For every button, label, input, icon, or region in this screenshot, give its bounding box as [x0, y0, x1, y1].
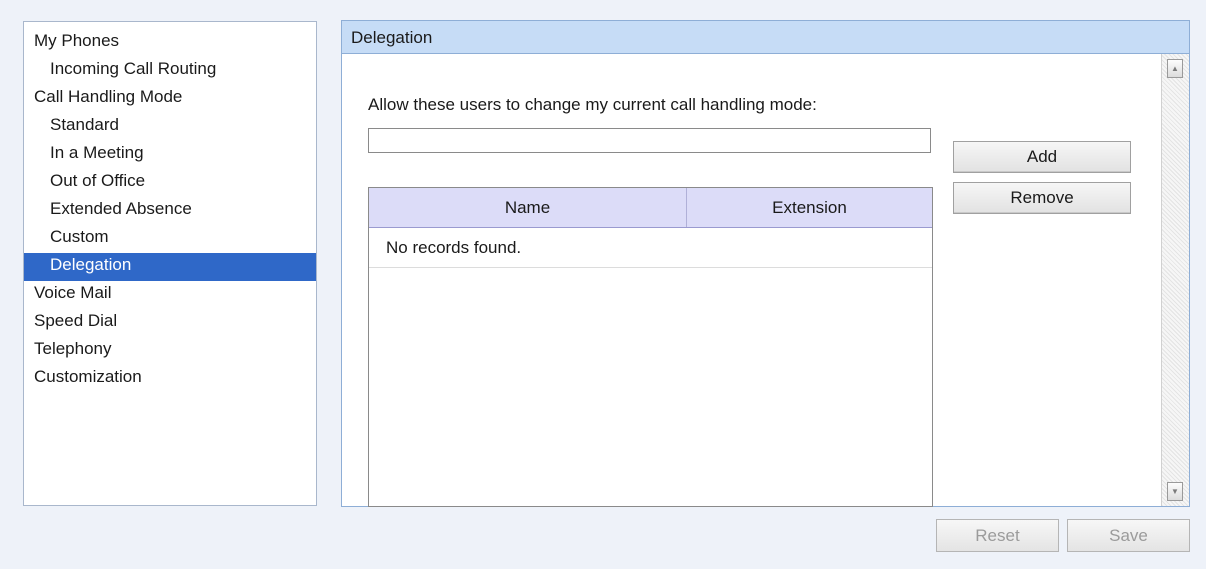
- table-header: Name Extension: [369, 188, 932, 228]
- vertical-scrollbar[interactable]: ▲ ▼: [1161, 54, 1189, 506]
- delegation-instruction: Allow these users to change my current c…: [368, 95, 817, 114]
- sidebar-item-standard[interactable]: Standard: [24, 113, 316, 141]
- sidebar-item-voice-mail[interactable]: Voice Mail: [24, 281, 316, 309]
- sidebar-item-custom[interactable]: Custom: [24, 225, 316, 253]
- delegation-panel: Delegation Allow these users to change m…: [341, 20, 1190, 507]
- scroll-down-arrow-icon[interactable]: ▼: [1167, 482, 1183, 501]
- sidebar-item-telephony[interactable]: Telephony: [24, 337, 316, 365]
- sidebar-item-incoming-call-routing[interactable]: Incoming Call Routing: [24, 57, 316, 85]
- table-empty-message: No records found.: [369, 228, 932, 268]
- sidebar-item-call-handling-mode[interactable]: Call Handling Mode: [24, 85, 316, 113]
- panel-title: Delegation: [342, 21, 1189, 54]
- panel-body: Allow these users to change my current c…: [342, 54, 1161, 507]
- sidebar-item-in-a-meeting[interactable]: In a Meeting: [24, 141, 316, 169]
- sidebar-item-my-phones[interactable]: My Phones: [24, 29, 316, 57]
- column-header-extension[interactable]: Extension: [687, 188, 932, 227]
- sidebar-item-speed-dial[interactable]: Speed Dial: [24, 309, 316, 337]
- sidebar-item-extended-absence[interactable]: Extended Absence: [24, 197, 316, 225]
- sidebar-item-customization[interactable]: Customization: [24, 365, 316, 393]
- sidebar-nav: My Phones Incoming Call Routing Call Han…: [23, 21, 317, 506]
- scroll-up-arrow-icon[interactable]: ▲: [1167, 59, 1183, 78]
- sidebar-item-delegation[interactable]: Delegation: [24, 253, 316, 281]
- remove-button[interactable]: Remove: [953, 182, 1131, 214]
- add-button[interactable]: Add: [953, 141, 1131, 173]
- delegates-table: Name Extension No records found.: [368, 187, 933, 507]
- delegate-user-input[interactable]: [368, 128, 931, 153]
- column-header-name[interactable]: Name: [369, 188, 687, 227]
- reset-button[interactable]: Reset: [936, 519, 1059, 552]
- sidebar-item-out-of-office[interactable]: Out of Office: [24, 169, 316, 197]
- save-button[interactable]: Save: [1067, 519, 1190, 552]
